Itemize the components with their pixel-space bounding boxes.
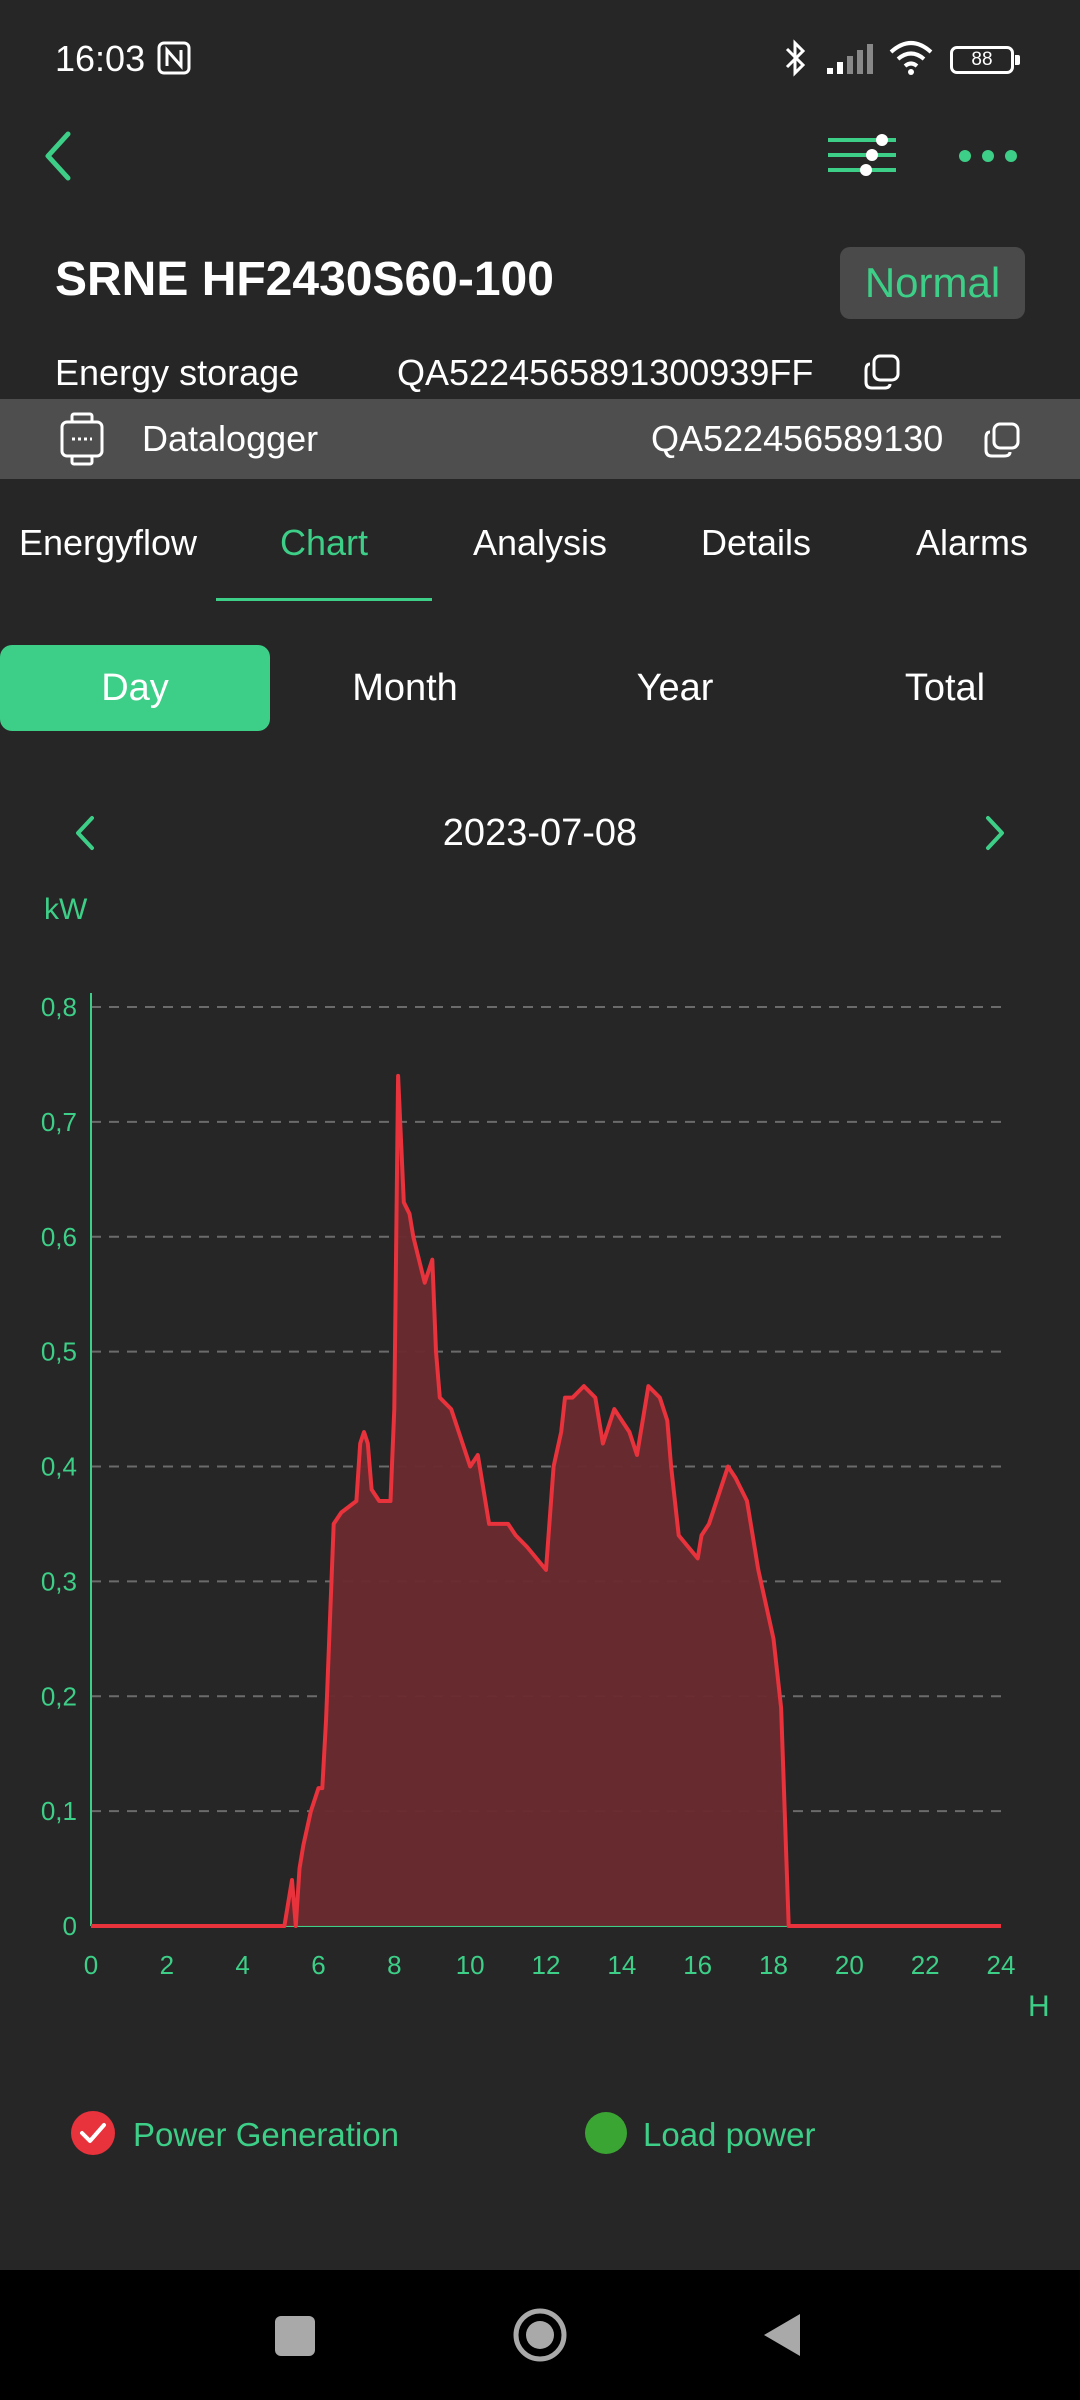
- y-tick-label: 0,2: [41, 1681, 77, 1711]
- period-day-button[interactable]: Day: [0, 645, 270, 731]
- y-tick-label: 0,4: [41, 1452, 77, 1482]
- legend-load-power[interactable]: Load power: [643, 2116, 815, 2154]
- x-tick-label: 10: [456, 1950, 485, 1980]
- x-tick-label: 20: [835, 1950, 864, 1980]
- x-tick-label: 22: [911, 1950, 940, 1980]
- bluetooth-icon: [785, 39, 806, 77]
- period-year-button[interactable]: Year: [540, 645, 810, 731]
- y-tick-label: 0: [63, 1911, 77, 1941]
- power-generation-area: [91, 1075, 1001, 1926]
- x-tick-label: 14: [607, 1950, 636, 1980]
- legend-power-generation[interactable]: Power Generation: [133, 2116, 399, 2154]
- x-axis-unit-label: H: [1028, 1990, 1050, 2023]
- selected-date: 2023-07-08: [442, 812, 638, 854]
- y-tick-label: 0,8: [41, 992, 77, 1022]
- wifi-icon: [889, 41, 933, 75]
- copy-icon[interactable]: [982, 420, 1022, 460]
- device-type-label: Energy storage: [55, 352, 300, 393]
- home-button[interactable]: [512, 2307, 568, 2363]
- tab-chart[interactable]: Chart: [216, 522, 432, 568]
- y-tick-label: 0,3: [41, 1566, 77, 1596]
- status-time: 16:03: [55, 38, 146, 79]
- tab-details[interactable]: Details: [648, 522, 864, 568]
- tab-energyflow[interactable]: Energyflow: [0, 522, 216, 568]
- back-icon[interactable]: [38, 128, 78, 184]
- chevron-left-icon[interactable]: [70, 812, 100, 854]
- period-total-button[interactable]: Total: [810, 645, 1080, 731]
- datalogger-serial: QA522456589130: [651, 418, 944, 459]
- chevron-right-icon[interactable]: [980, 812, 1010, 854]
- x-tick-label: 6: [311, 1950, 325, 1980]
- nfc-icon: [157, 41, 191, 75]
- more-icon[interactable]: [955, 146, 1021, 166]
- filter-settings-icon[interactable]: [826, 134, 898, 176]
- y-axis-unit-label: kW: [44, 893, 88, 926]
- y-tick-label: 0,1: [41, 1796, 77, 1826]
- x-tick-label: 16: [683, 1950, 712, 1980]
- power-chart: 00,10,20,30,40,50,60,70,80 2 4 6 8 10 12 14 16 18…: [41, 893, 1050, 2023]
- x-tick-label: 18: [759, 1950, 788, 1980]
- power-generation-check-icon[interactable]: [70, 2110, 116, 2156]
- system-back-button[interactable]: [760, 2310, 804, 2360]
- x-tick-label: 24: [987, 1950, 1016, 1980]
- copy-icon[interactable]: [862, 352, 902, 392]
- y-tick-label: 0,5: [41, 1337, 77, 1367]
- datalogger-icon: [60, 412, 104, 466]
- chart-series: [91, 1073, 1001, 1928]
- x-tick-label: 12: [532, 1950, 561, 1980]
- tab-alarms[interactable]: Alarms: [864, 522, 1080, 568]
- device-serial: QA5224565891300939FF: [397, 352, 814, 393]
- y-tick-label: 0,6: [41, 1222, 77, 1252]
- load-power-dot-icon[interactable]: [585, 2112, 627, 2154]
- battery-indicator: 88: [950, 46, 1020, 74]
- period-month-button[interactable]: Month: [270, 645, 540, 731]
- device-title: SRNE HF2430S60-100: [55, 253, 554, 306]
- status-badge: Normal: [840, 247, 1025, 319]
- x-tick-label: 0: [84, 1950, 98, 1980]
- x-tick-label: 8: [387, 1950, 401, 1980]
- active-tab-indicator: [216, 598, 432, 601]
- tab-analysis[interactable]: Analysis: [432, 522, 648, 568]
- x-tick-label: 4: [235, 1950, 249, 1980]
- y-tick-label: 0,7: [41, 1107, 77, 1137]
- datalogger-label: Datalogger: [142, 418, 319, 459]
- recent-apps-button[interactable]: [275, 2316, 315, 2356]
- x-tick-label: 2: [160, 1950, 174, 1980]
- signal-icon: [827, 44, 873, 74]
